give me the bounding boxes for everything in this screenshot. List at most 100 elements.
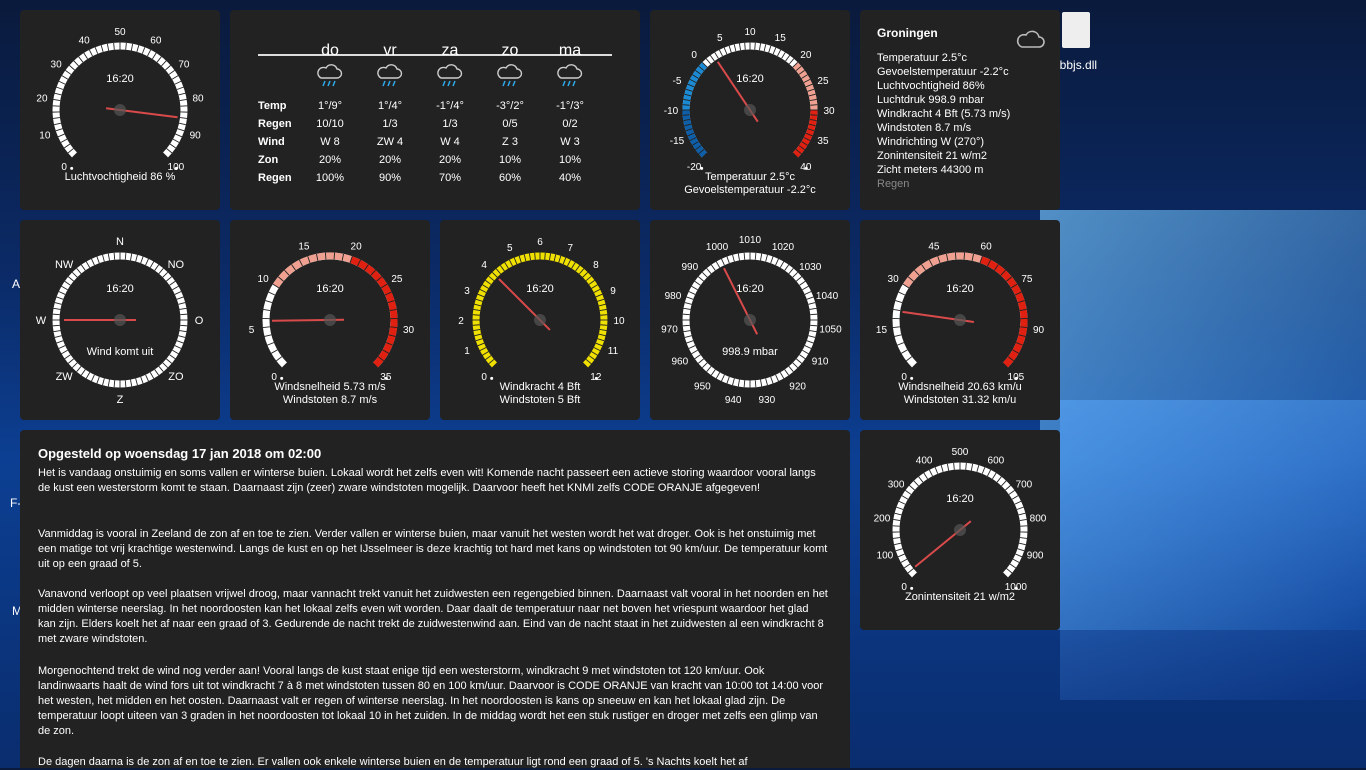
gauge-tick-label: 30 <box>403 325 415 336</box>
forecast-cell: ZW 4 <box>362 136 418 148</box>
gauge-tick-label: 20 <box>36 94 48 105</box>
windspeed-kmh-caption: Windsnelheid 20.63 km/u <box>860 381 1060 394</box>
forecast-row-label: Regen <box>258 172 292 184</box>
compass-label: N <box>116 236 124 248</box>
windspeed-ms-caption: Windsnelheid 5.73 m/s <box>230 381 430 394</box>
gauge-tick-label: 25 <box>817 76 829 87</box>
sun-intensity-gauge: 16:2001002003004005006007008009001000 Zo… <box>860 430 1060 630</box>
gauge-tick-label: 950 <box>694 382 711 393</box>
station-line: Windstoten 8.7 m/s <box>877 121 971 135</box>
forecast-day: zo <box>490 42 530 60</box>
gauge-tick-label: -5 <box>673 76 682 87</box>
compass-label: Z <box>117 394 124 406</box>
gauge-tick-label: -10 <box>664 106 679 117</box>
forecast-panel: dovrzazomaTemp1°/9°1°/4°-1°/4°-3°/2°-1°/… <box>230 10 640 210</box>
forecast-cell: 100% <box>302 172 358 184</box>
compass-caption: Wind komt uit <box>20 346 220 359</box>
rain-snow-icon <box>555 64 585 90</box>
forecast-day: za <box>430 42 470 60</box>
windgust-ms-caption: Windstoten 8.7 m/s <box>230 394 430 407</box>
gauge-time: 16:20 <box>946 493 974 505</box>
forecast-cell: 1°/4° <box>362 100 418 112</box>
station-condition: Regen <box>877 177 909 191</box>
gauge-tick-label: 980 <box>665 291 682 302</box>
compass-dial: 16:20NNOOZOZZWWNW <box>20 220 220 420</box>
gauge-tick-label: 15 <box>775 33 787 44</box>
gauge-tick-label: 1040 <box>816 291 839 302</box>
wind-direction-compass: 16:20NNOOZOZZWWNW Wind komt uit <box>20 220 220 420</box>
forecast-cell: 70% <box>422 172 478 184</box>
temperature-caption: Temperatuur 2.5°c <box>650 171 850 184</box>
forecast-cell: 40% <box>542 172 598 184</box>
forecast-cell: 60% <box>482 172 538 184</box>
gauge-tick-label: 25 <box>391 274 403 285</box>
gauge-tick-label: 10 <box>39 130 51 141</box>
compass-label: ZO <box>168 371 184 383</box>
gauge-tick-label: 9 <box>610 286 616 297</box>
station-line: Windkracht 4 Bft (5.73 m/s) <box>877 107 1010 121</box>
forecast-cell: 10/10 <box>302 118 358 130</box>
gauge-tick-label: 400 <box>916 456 933 467</box>
forecast-row-label: Regen <box>258 118 292 130</box>
gauge-tick-label: 50 <box>114 27 126 38</box>
gauge-tick-label: 20 <box>351 241 363 252</box>
compass-label: ZW <box>56 371 74 383</box>
gauge-tick-label: 900 <box>1027 550 1044 561</box>
gauge-tick-label: 1050 <box>819 324 842 335</box>
gauge-time: 16:20 <box>106 73 134 85</box>
humidity-gauge: 16:200102030405060708090100 Luchtvochtig… <box>20 10 220 210</box>
report-paragraph: Vanmiddag is vooral in Zeeland de zon af… <box>38 527 828 572</box>
gauge-tick-label: 15 <box>876 325 888 336</box>
report-title: Opgesteld op woensdag 17 jan 2018 om 02:… <box>38 446 321 461</box>
gauge-tick-label: 7 <box>567 243 573 254</box>
forecast-cell: 10% <box>482 154 538 166</box>
gauge-tick-label: 6 <box>537 237 543 248</box>
forecast-row-label: Temp <box>258 100 287 112</box>
gauge-time: 16:20 <box>526 283 554 295</box>
gauge-tick-label: 1000 <box>706 242 729 253</box>
rain-snow-icon <box>375 64 405 90</box>
forecast-cell: 90% <box>362 172 418 184</box>
gauge-tick-label: 1010 <box>739 235 762 246</box>
gauge-time: 16:20 <box>316 283 344 295</box>
gauge-tick-label: 0 <box>691 50 697 61</box>
station-line: Luchtdruk 998.9 mbar <box>877 93 984 107</box>
beaufort-gauge: 16:200123456789101112 Windkracht 4 Bft W… <box>440 220 640 420</box>
beaufort-gust-caption: Windstoten 5 Bft <box>440 394 640 407</box>
gauge-tick-label: 20 <box>800 50 812 61</box>
dll-file-icon[interactable] <box>1062 12 1090 48</box>
gauge-tick-label: 40 <box>79 36 91 47</box>
forecast-cell: 0/5 <box>482 118 538 130</box>
station-line: Luchtvochtigheid 86% <box>877 79 985 93</box>
gauge-tick-label: 1 <box>464 346 470 357</box>
forecast-cell: W 4 <box>422 136 478 148</box>
gauge-tick-label: 10 <box>258 274 270 285</box>
forecast-row-label: Wind <box>258 136 285 148</box>
wallpaper-light-lower <box>1060 400 1366 700</box>
gauge-tick-label: 45 <box>928 241 940 252</box>
gauge-tick-label: 930 <box>758 395 775 406</box>
weather-report: Opgesteld op woensdag 17 jan 2018 om 02:… <box>20 430 850 768</box>
forecast-cell: W 8 <box>302 136 358 148</box>
gauge-time: 16:20 <box>736 73 764 85</box>
rain-snow-icon <box>435 64 465 90</box>
gauge-tick-label: 10 <box>744 27 756 38</box>
pressure-dial: 16:2094095096097098099010001010102010301… <box>650 220 850 420</box>
forecast-cell: Z 3 <box>482 136 538 148</box>
gauge-tick-label: 100 <box>877 550 894 561</box>
gauge-tick-label: 1020 <box>772 242 795 253</box>
gauge-tick-label: 700 <box>1016 480 1033 491</box>
desktop-label-a: A <box>12 277 20 291</box>
gauge-tick-label: 1030 <box>799 262 822 273</box>
gauge-tick-label: 60 <box>981 241 993 252</box>
report-paragraph: Morgenochtend trekt de wind nog verder a… <box>38 664 828 739</box>
forecast-cell: 0/2 <box>542 118 598 130</box>
pressure-readout: 998.9 mbar <box>650 346 850 359</box>
pressure-gauge: 16:2094095096097098099010001010102010301… <box>650 220 850 420</box>
station-city: Groningen <box>877 26 938 40</box>
windspeed-kmh-gauge: 16:200153045607590105 Windsnelheid 20.63… <box>860 220 1060 420</box>
rain-snow-icon <box>315 64 345 90</box>
forecast-cell: 1/3 <box>422 118 478 130</box>
station-line: Temperatuur 2.5°c <box>877 51 967 65</box>
forecast-day: do <box>310 42 350 60</box>
